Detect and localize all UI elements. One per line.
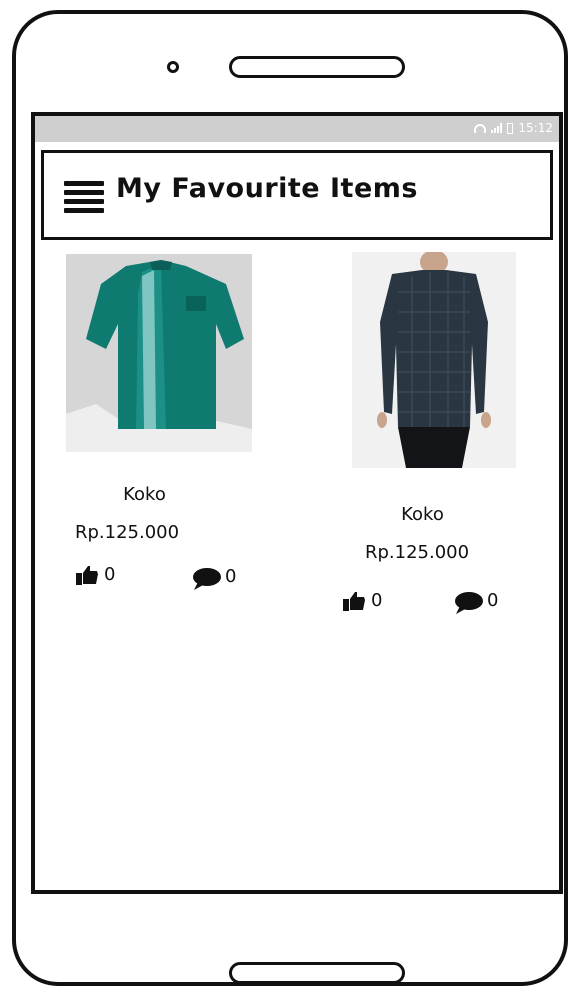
product-image-dark-shirt[interactable]	[352, 250, 516, 468]
thumbs-up-icon	[343, 592, 365, 611]
item-price: Rp.125.000	[75, 522, 180, 543]
comment-count: 0	[487, 590, 499, 611]
thumbs-up-icon	[76, 566, 98, 585]
comment-count: 0	[225, 566, 237, 587]
signal-icon	[491, 123, 503, 133]
status-time: 15:12	[518, 121, 553, 135]
camera	[167, 61, 179, 73]
comment-metric[interactable]: 0	[191, 566, 236, 592]
comment-bubble-icon	[455, 592, 483, 614]
comment-metric[interactable]: 0	[453, 590, 498, 616]
like-metric[interactable]: 0	[343, 590, 382, 612]
comment-bubble-icon	[193, 568, 221, 590]
status-bar: 15:12	[35, 116, 559, 142]
app-bar: My Favourite Items	[41, 150, 553, 240]
item-price: Rp.125.000	[365, 542, 470, 563]
hamburger-menu-icon[interactable]	[64, 181, 104, 213]
like-count: 0	[371, 590, 383, 611]
page-title: My Favourite Items	[116, 173, 418, 204]
item-name[interactable]: Koko	[375, 504, 470, 525]
product-image-teal-shirt[interactable]	[66, 254, 252, 452]
speaker-slot	[229, 56, 405, 78]
wifi-icon	[474, 123, 487, 133]
like-count: 0	[104, 564, 116, 585]
home-button[interactable]	[229, 962, 405, 984]
phone-screen: 15:12 My Favourite Items Koko Rp.125.000…	[31, 112, 563, 894]
like-metric[interactable]: 0	[76, 564, 115, 586]
item-name[interactable]: Koko	[97, 484, 192, 505]
battery-icon	[507, 122, 514, 134]
